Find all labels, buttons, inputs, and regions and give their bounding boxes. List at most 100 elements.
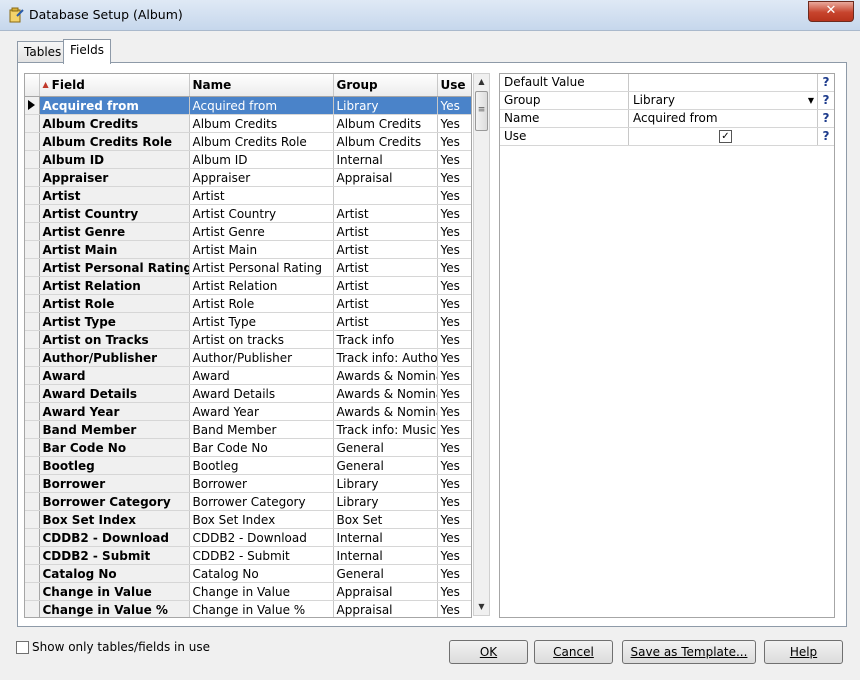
cell-name[interactable]: Bootleg — [189, 456, 334, 475]
cell-field[interactable]: Borrower Category — [39, 492, 190, 511]
column-header-field[interactable]: ▲ Field — [39, 74, 190, 97]
row-indicator[interactable] — [25, 132, 40, 151]
row-indicator[interactable] — [25, 330, 40, 349]
cell-group[interactable]: General — [333, 438, 438, 457]
cell-use[interactable]: Yes — [437, 600, 471, 617]
cell-group[interactable]: Artist — [333, 294, 438, 313]
row-indicator[interactable] — [25, 402, 40, 421]
cell-field[interactable]: Bootleg — [39, 456, 190, 475]
cell-name[interactable]: Artist Genre — [189, 222, 334, 241]
cell-group[interactable]: Appraisal — [333, 582, 438, 601]
cell-name[interactable]: Artist Relation — [189, 276, 334, 295]
cell-group[interactable]: Library — [333, 96, 438, 115]
column-header-name[interactable]: Name — [189, 74, 334, 97]
row-indicator[interactable] — [25, 564, 40, 583]
cell-name[interactable]: CDDB2 - Submit — [189, 546, 334, 565]
cell-group[interactable]: Track info: Author/ — [333, 348, 438, 367]
cell-field[interactable]: Box Set Index — [39, 510, 190, 529]
cell-use[interactable]: Yes — [437, 438, 471, 457]
row-indicator[interactable] — [25, 312, 40, 331]
cell-group[interactable]: Box Set — [333, 510, 438, 529]
table-row[interactable]: Artist Genre Artist Genre Artist Yes — [25, 222, 471, 241]
row-indicator[interactable] — [25, 204, 40, 223]
help-question-icon[interactable]: ? — [817, 74, 834, 91]
tab-tables[interactable]: Tables — [17, 41, 69, 63]
save-as-template-button[interactable]: Save as Template... — [622, 640, 756, 664]
cell-field[interactable]: Artist Relation — [39, 276, 190, 295]
cell-name[interactable]: Award — [189, 366, 334, 385]
row-indicator[interactable] — [25, 240, 40, 259]
cell-group[interactable]: Artist — [333, 204, 438, 223]
cell-field[interactable]: Award — [39, 366, 190, 385]
cell-field[interactable]: Artist — [39, 186, 190, 205]
table-row[interactable]: Artist Relation Artist Relation Artist Yes — [25, 276, 471, 295]
table-row[interactable]: Artist Type Artist Type Artist Yes — [25, 312, 471, 331]
cell-field[interactable]: Artist Role — [39, 294, 190, 313]
cell-group[interactable]: Appraisal — [333, 600, 438, 617]
cell-use[interactable]: Yes — [437, 402, 471, 421]
ok-button[interactable]: OK — [449, 640, 528, 664]
table-row[interactable]: Box Set Index Box Set Index Box Set Yes — [25, 510, 471, 529]
table-row[interactable]: Artist on Tracks Artist on tracks Track in… — [25, 330, 471, 349]
cell-use[interactable]: Yes — [437, 348, 471, 367]
cell-use[interactable]: Yes — [437, 222, 471, 241]
cell-name[interactable]: Artist Country — [189, 204, 334, 223]
cell-group[interactable]: Awards & Nominat — [333, 402, 438, 421]
cell-group[interactable]: Awards & Nominat — [333, 366, 438, 385]
cell-name[interactable]: Artist — [189, 186, 334, 205]
cell-group[interactable]: Library — [333, 474, 438, 493]
cell-field[interactable]: Artist Type — [39, 312, 190, 331]
table-row[interactable]: Artist Artist Yes — [25, 186, 471, 205]
cell-name[interactable]: Album Credits — [189, 114, 334, 133]
cell-group[interactable]: General — [333, 456, 438, 475]
row-indicator[interactable] — [25, 582, 40, 601]
cell-name[interactable]: Award Details — [189, 384, 334, 403]
cell-field[interactable]: Change in Value % — [39, 600, 190, 617]
show-only-in-use-checkbox[interactable] — [16, 641, 29, 654]
table-row[interactable]: CDDB2 - Download CDDB2 - Download Internal… — [25, 528, 471, 547]
scroll-down-arrow-icon[interactable]: ▼ — [474, 599, 489, 615]
cell-use[interactable]: Yes — [437, 366, 471, 385]
close-button[interactable]: ✕ — [808, 1, 854, 22]
cell-name[interactable]: Award Year — [189, 402, 334, 421]
row-indicator[interactable] — [25, 114, 40, 133]
row-indicator[interactable] — [25, 186, 40, 205]
cell-name[interactable]: Box Set Index — [189, 510, 334, 529]
row-indicator[interactable] — [25, 528, 40, 547]
grid-scrollbar[interactable]: ▲ ≡ ▼ — [473, 73, 490, 616]
cell-group[interactable]: Album Credits — [333, 132, 438, 151]
row-indicator[interactable] — [25, 510, 40, 529]
cell-name[interactable]: Change in Value — [189, 582, 334, 601]
cell-group[interactable]: Awards & Nominat — [333, 384, 438, 403]
cell-use[interactable]: Yes — [437, 240, 471, 259]
cell-use[interactable]: Yes — [437, 132, 471, 151]
cell-group[interactable]: Artist — [333, 240, 438, 259]
cell-use[interactable]: Yes — [437, 474, 471, 493]
table-row[interactable]: Album Credits Role Album Credits Role Albu… — [25, 132, 471, 151]
property-row-default-value[interactable]: Default Value ? — [500, 74, 834, 92]
cell-group[interactable]: Artist — [333, 258, 438, 277]
help-question-icon[interactable]: ? — [817, 110, 834, 127]
cell-use[interactable]: Yes — [437, 204, 471, 223]
row-indicator[interactable] — [25, 168, 40, 187]
table-row[interactable]: Change in Value Change in Value Appraisal Y… — [25, 582, 471, 601]
column-header-use[interactable]: Use — [437, 74, 471, 97]
cell-group[interactable]: Track info: Musicia — [333, 420, 438, 439]
row-indicator[interactable] — [25, 546, 40, 565]
cell-use[interactable]: Yes — [437, 312, 471, 331]
cell-use[interactable]: Yes — [437, 456, 471, 475]
cell-name[interactable]: Band Member — [189, 420, 334, 439]
table-row[interactable]: Band Member Band Member Track info: Musici… — [25, 420, 471, 439]
cell-name[interactable]: Artist Role — [189, 294, 334, 313]
property-value-name[interactable]: Acquired from — [633, 110, 813, 127]
cell-field[interactable]: Change in Value — [39, 582, 190, 601]
cell-use[interactable]: Yes — [437, 258, 471, 277]
row-indicator[interactable] — [25, 366, 40, 385]
property-row-group[interactable]: Group Library ▼ ? — [500, 92, 834, 110]
help-question-icon[interactable]: ? — [817, 92, 834, 109]
column-header-group[interactable]: Group — [333, 74, 438, 97]
cell-field[interactable]: Album ID — [39, 150, 190, 169]
property-row-name[interactable]: Name Acquired from ? — [500, 110, 834, 128]
cell-use[interactable]: Yes — [437, 582, 471, 601]
table-row[interactable]: Catalog No Catalog No General Yes — [25, 564, 471, 583]
